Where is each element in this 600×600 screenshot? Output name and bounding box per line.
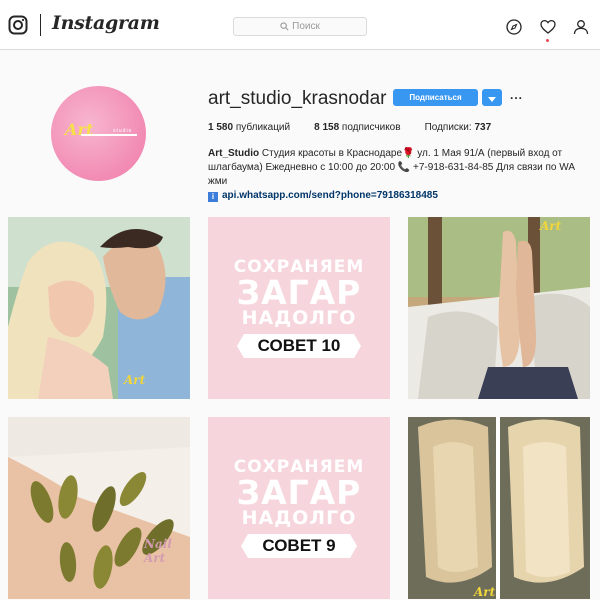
post-watermark: Art bbox=[474, 585, 496, 599]
post-watermark: Nail Art bbox=[144, 537, 172, 565]
info-icon: i bbox=[208, 192, 218, 202]
couple-photo-image bbox=[8, 217, 190, 399]
post-tile-hair-photo[interactable]: Art bbox=[408, 417, 590, 599]
post-tile-tip-9[interactable]: СОХРАНЯЕМ ЗАГАР НАДОЛГО СОВЕТ 9 bbox=[208, 417, 390, 599]
post-tile-legs-photo[interactable]: Art bbox=[408, 217, 590, 399]
post-watermark: Art bbox=[124, 373, 146, 387]
followers-stat[interactable]: 8 158 подписчиков bbox=[314, 122, 400, 133]
search-input[interactable]: Поиск bbox=[233, 17, 367, 36]
posts-label: публикаций bbox=[235, 122, 291, 133]
posts-stat: 1 580 публикаций bbox=[208, 122, 290, 133]
notification-dot bbox=[546, 39, 549, 42]
profile-avatar[interactable]: Art studio bbox=[51, 86, 146, 181]
caret-down-icon bbox=[488, 89, 496, 107]
top-nav-bar: Instagram Поиск bbox=[0, 0, 600, 50]
search-placeholder: Поиск bbox=[292, 21, 320, 32]
tip-badge: СОВЕТ 10 bbox=[236, 333, 362, 358]
following-stat[interactable]: Подписки: 737 bbox=[425, 122, 492, 133]
tip-line-2: ЗАГАР bbox=[236, 472, 362, 512]
tip-badge: СОВЕТ 9 bbox=[241, 533, 357, 558]
bio-text-1: Студия красоты в Краснодаре🌹 ул. 1 Мая 9… bbox=[261, 148, 563, 159]
search-icon bbox=[280, 22, 289, 31]
tip-line-3: НАДОЛГО bbox=[241, 506, 357, 529]
explore-compass-icon[interactable] bbox=[506, 19, 522, 35]
more-options-button[interactable]: ... bbox=[510, 88, 523, 102]
legs-photo-image bbox=[408, 217, 590, 399]
bio-name: Art_Studio bbox=[208, 148, 260, 159]
avatar-logo-text: Art bbox=[65, 120, 94, 139]
followers-count: 8 158 bbox=[314, 122, 340, 133]
tip-line-3: НАДОЛГО bbox=[241, 306, 357, 329]
nails-photo-image bbox=[8, 417, 190, 599]
tip-line-2: ЗАГАР bbox=[236, 272, 362, 312]
profile-username: art_studio_krasnodar bbox=[208, 88, 387, 109]
bio-line-1: Art_Studio Студия красоты в Краснодаре🌹 … bbox=[208, 147, 593, 161]
instagram-camera-icon[interactable] bbox=[8, 15, 28, 35]
profile-user-icon[interactable] bbox=[573, 19, 589, 35]
heart-activity-icon[interactable] bbox=[540, 19, 556, 35]
following-label: Подписки: bbox=[424, 122, 472, 133]
logo-divider bbox=[40, 14, 41, 36]
post-tile-nails-photo[interactable]: Nail Art bbox=[8, 417, 190, 599]
follow-button[interactable]: Подписаться bbox=[393, 89, 478, 106]
post-watermark: Art bbox=[540, 219, 562, 233]
followers-label: подписчиков bbox=[341, 122, 401, 133]
bio-link-line: i api.whatsapp.com/send?phone=79186318485 bbox=[208, 189, 593, 203]
avatar-logo-subtext: studio bbox=[113, 128, 133, 134]
profile-bio: Art_Studio Студия красоты в Краснодаре🌹 … bbox=[208, 147, 593, 203]
avatar-logo-line bbox=[81, 134, 137, 136]
hair-photo-image bbox=[408, 417, 590, 599]
instagram-wordmark[interactable]: Instagram bbox=[52, 12, 160, 34]
suggestions-dropdown-button[interactable] bbox=[482, 89, 502, 106]
post-tile-tip-10[interactable]: СОХРАНЯЕМ ЗАГАР НАДОЛГО СОВЕТ 10 bbox=[208, 217, 390, 399]
following-count: 737 bbox=[474, 122, 492, 133]
bio-text-2: шлагбаума) Ежедневно с 10:00 до 20:00 📞 … bbox=[208, 162, 575, 187]
posts-count: 1 580 bbox=[208, 122, 234, 133]
bio-whatsapp-link[interactable]: api.whatsapp.com/send?phone=79186318485 bbox=[222, 190, 438, 201]
profile-stats: 1 580 публикаций 8 158 подписчиков Подпи… bbox=[208, 122, 515, 133]
post-tile-couple-photo[interactable]: Art bbox=[8, 217, 190, 399]
